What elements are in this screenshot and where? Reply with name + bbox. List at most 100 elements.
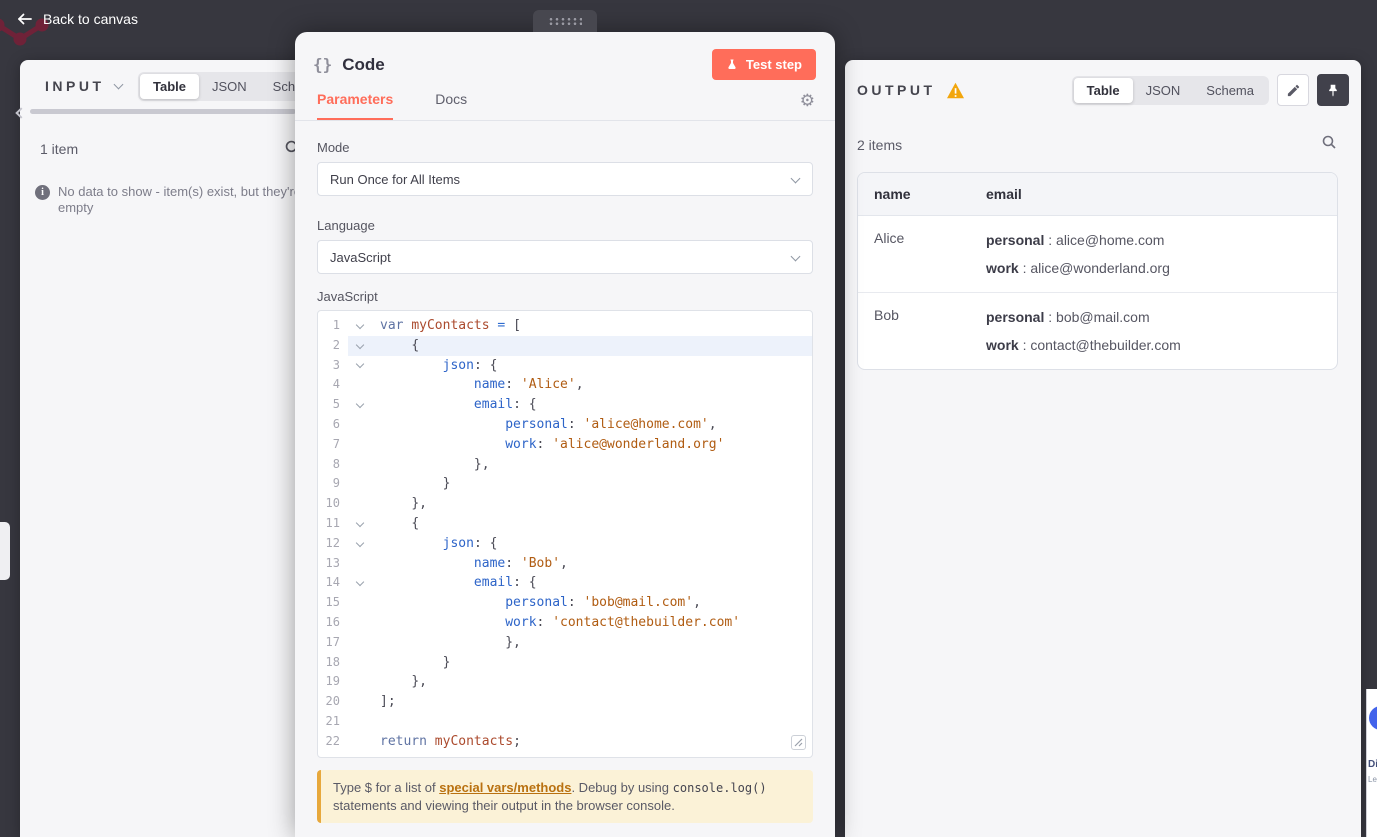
code-line[interactable]: 17 }, — [318, 632, 812, 653]
code-node-modal: {} Code Test step Parameters Docs ⚙ Mode … — [295, 32, 835, 837]
line-number: 5 — [318, 395, 348, 415]
code-line[interactable]: 13 name: 'Bob', — [318, 553, 812, 574]
chevron-left-icon — [15, 107, 27, 119]
code-line[interactable]: 2 { — [318, 335, 812, 356]
code-line[interactable]: 7 work: 'alice@wonderland.org' — [318, 434, 812, 455]
special-vars-link[interactable]: special vars/methods — [439, 780, 571, 795]
test-step-label: Test step — [745, 57, 802, 72]
output-subheader: 2 items — [857, 134, 1337, 155]
chevron-down-icon — [790, 173, 801, 184]
email-key: personal — [986, 309, 1045, 325]
back-to-canvas-button[interactable]: Back to canvas — [16, 11, 138, 27]
code-node-icon: {} — [313, 55, 333, 74]
table-header-row: name email — [858, 173, 1337, 216]
code-line[interactable]: 1 var myContacts = [ — [318, 316, 812, 336]
email-value: : alice@wonderland.org — [1018, 260, 1170, 276]
fold-chevron-icon[interactable] — [355, 360, 365, 369]
line-number: 16 — [318, 612, 348, 633]
code-line[interactable]: 14 email: { — [318, 573, 812, 594]
code-line[interactable]: 9 } — [318, 474, 812, 495]
gear-icon[interactable]: ⚙ — [800, 92, 815, 109]
fold-gutter — [348, 375, 372, 395]
line-number: 2 — [318, 335, 348, 356]
fold-gutter — [348, 672, 372, 692]
tab-docs[interactable]: Docs — [435, 91, 467, 120]
fold-chevron-icon[interactable] — [355, 399, 365, 409]
line-number: 10 — [318, 494, 348, 514]
search-icon[interactable] — [1321, 134, 1337, 155]
code-line[interactable]: 5 email: { — [318, 395, 812, 415]
line-number: 4 — [318, 375, 348, 396]
fold-gutter — [348, 613, 372, 633]
fold-gutter — [348, 573, 372, 593]
mode-select[interactable]: Run Once for All Items — [317, 162, 813, 196]
code-line[interactable]: 16 work: 'contact@thebuilder.com' — [318, 612, 812, 633]
code-line[interactable]: 8 }, — [318, 454, 812, 475]
line-number: 7 — [318, 434, 348, 455]
fold-gutter — [348, 692, 372, 712]
fold-gutter — [348, 534, 372, 554]
code-lines: 1 var myContacts = [2 {3 json: {4 name: '… — [318, 316, 812, 752]
chevron-down-icon — [113, 79, 123, 90]
output-tab-table[interactable]: Table — [1073, 77, 1133, 103]
code-line[interactable]: 4 name: 'Alice', — [318, 375, 812, 396]
pin-data-button[interactable] — [1317, 74, 1349, 106]
fold-gutter — [348, 732, 372, 752]
line-number: 21 — [318, 711, 348, 732]
output-header: OUTPUT Table JSON Schema — [857, 74, 1349, 106]
pencil-icon — [1287, 84, 1299, 96]
code-text: personal: 'alice@home.com', — [505, 416, 717, 432]
code-line[interactable]: 19 }, — [318, 672, 812, 693]
fold-chevron-icon[interactable] — [355, 518, 365, 528]
code-line[interactable]: 11 { — [318, 513, 812, 534]
code-line[interactable]: 18 } — [318, 652, 812, 673]
flask-icon — [728, 59, 736, 69]
email-key: personal — [986, 232, 1045, 248]
email-entry: personal : bob@mail.com — [986, 303, 1321, 331]
test-step-button[interactable]: Test step — [711, 49, 816, 80]
widget-text: Dis — [1368, 759, 1377, 770]
code-line[interactable]: 21 — [318, 711, 812, 732]
fold-chevron-icon[interactable] — [355, 320, 365, 330]
input-scrollbar[interactable] — [30, 109, 296, 114]
code-line[interactable]: 10 }, — [318, 494, 812, 514]
code-line[interactable]: 20]; — [318, 692, 812, 712]
output-tab-schema[interactable]: Schema — [1193, 78, 1267, 103]
fold-chevron-icon[interactable] — [355, 340, 365, 349]
fold-chevron-icon[interactable] — [355, 538, 365, 547]
help-widget-clipped[interactable]: Dis Leg — [1366, 689, 1377, 837]
language-select[interactable]: JavaScript — [317, 240, 813, 274]
tab-parameters[interactable]: Parameters — [317, 91, 394, 120]
email-value: : contact@thebuilder.com — [1018, 337, 1181, 353]
code-text: { — [411, 515, 420, 531]
email-key: work — [986, 260, 1019, 276]
output-panel-title: OUTPUT — [857, 82, 936, 98]
line-number: 17 — [318, 632, 348, 653]
input-empty-message: No data to show - item(s) exist, but the… — [58, 184, 302, 215]
code-line[interactable]: 3 json: { — [318, 355, 812, 376]
resize-handle[interactable] — [791, 735, 806, 750]
input-tab-table[interactable]: Table — [140, 74, 199, 99]
code-line[interactable]: 15 personal: 'bob@mail.com', — [318, 593, 812, 613]
code-editor[interactable]: 1 var myContacts = [2 {3 json: {4 name: '… — [317, 310, 813, 758]
modal-drag-handle[interactable] — [533, 10, 597, 32]
input-tab-json[interactable]: JSON — [199, 74, 260, 99]
arrow-left-icon — [18, 13, 32, 25]
code-line[interactable]: 6 personal: 'alice@home.com', — [318, 414, 812, 435]
output-tab-json[interactable]: JSON — [1133, 78, 1194, 103]
line-number: 14 — [318, 573, 348, 594]
code-line[interactable]: 12 json: { — [318, 533, 812, 554]
input-selector[interactable]: INPUT — [45, 78, 123, 94]
line-number: 6 — [318, 414, 348, 435]
table-row: Alice personal : alice@home.com work : ali… — [858, 216, 1337, 293]
edit-output-button[interactable] — [1277, 74, 1309, 106]
code-text: json: { — [442, 535, 498, 551]
collapsed-panel-handle[interactable] — [0, 522, 10, 580]
hint-text-post: statements and viewing their output in t… — [333, 798, 675, 813]
collapse-input-panel-button[interactable] — [15, 104, 27, 122]
fold-chevron-icon[interactable] — [355, 578, 365, 587]
line-number: 13 — [318, 553, 348, 574]
code-line[interactable]: 22 return myContacts; — [318, 731, 812, 752]
code-text: }, — [411, 496, 427, 512]
